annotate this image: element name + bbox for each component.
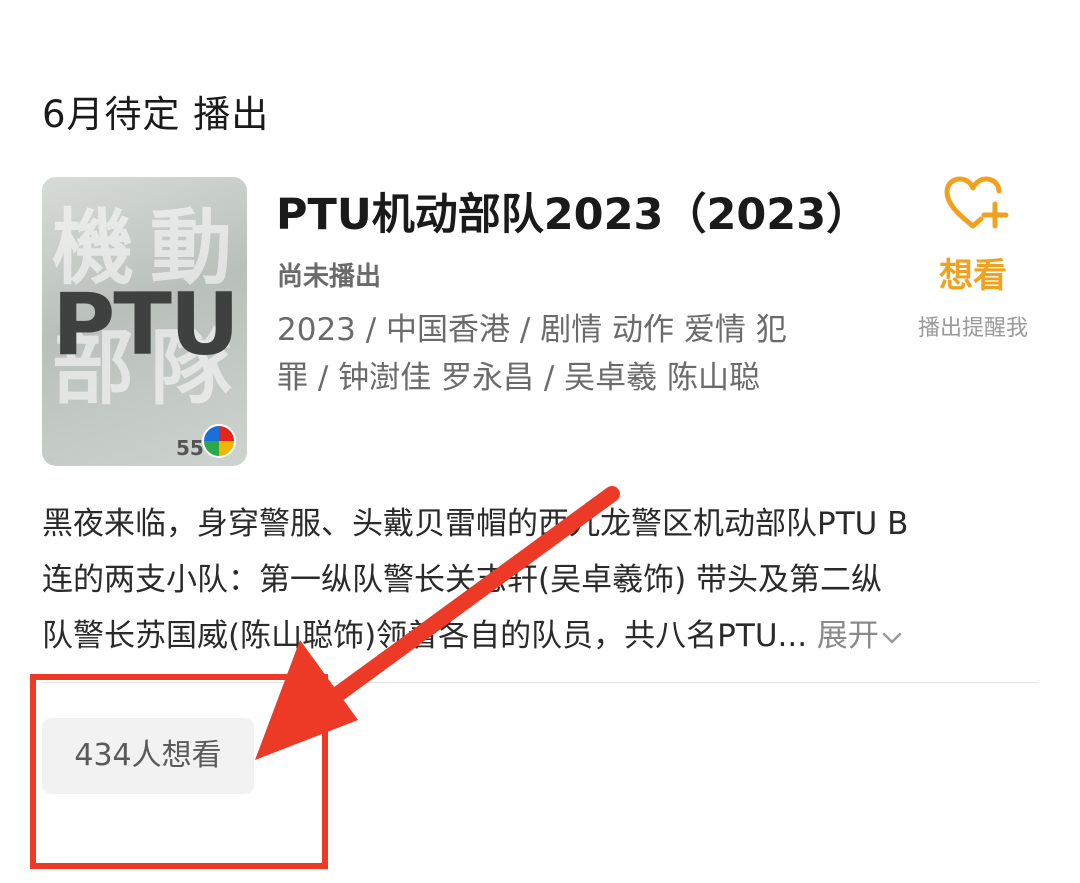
annotation-arrow [255, 486, 620, 760]
